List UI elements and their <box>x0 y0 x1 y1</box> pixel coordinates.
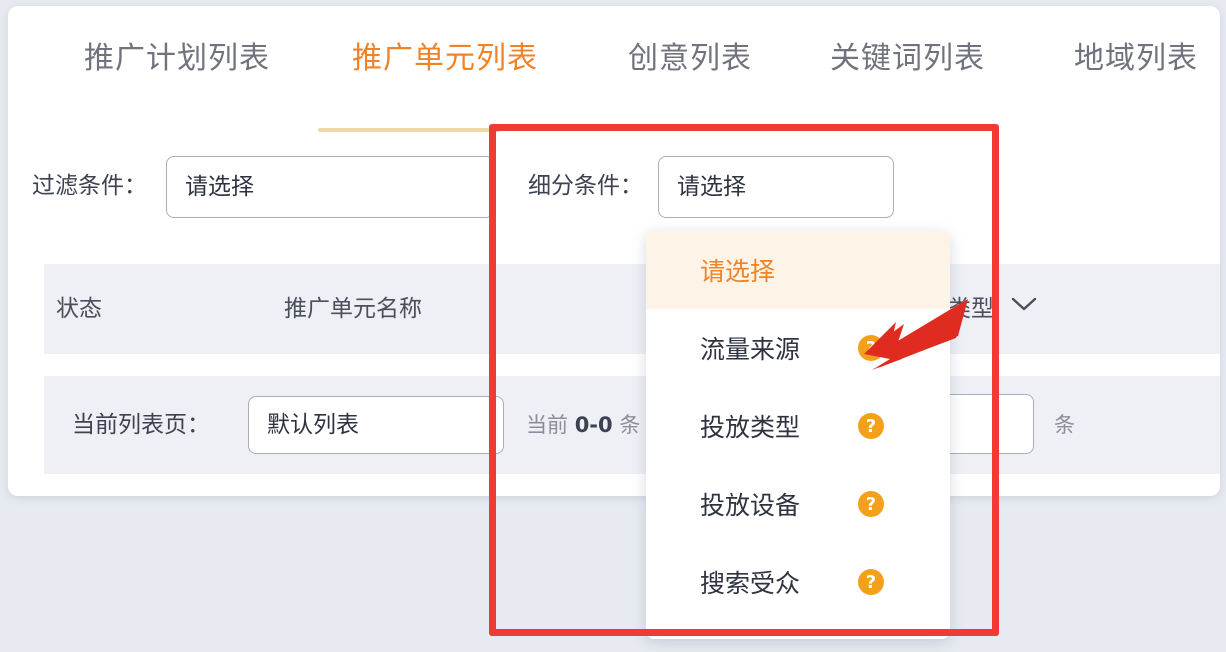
record-count-prefix: 当前 <box>526 413 575 437</box>
tab-region-list[interactable]: 地域列表 <box>1074 36 1198 82</box>
column-header-status: 状态 <box>56 296 102 322</box>
segment-condition-label: 细分条件： <box>528 173 643 199</box>
help-icon[interactable]: ? <box>858 413 884 439</box>
dropdown-item-search-audience[interactable]: 搜索受众 ? <box>646 543 950 621</box>
record-count-range: 0-0 <box>574 413 613 437</box>
help-icon[interactable]: ? <box>858 569 884 595</box>
tab-unit-list[interactable]: 推广单元列表 <box>352 36 538 82</box>
record-count-text: 当前 0-0 条 <box>526 376 640 474</box>
tab-plan-list[interactable]: 推广计划列表 <box>84 36 270 82</box>
table-header-strip: 状态 推广单元名称 类型 <box>44 264 1220 354</box>
tab-creative-list[interactable]: 创意列表 <box>628 36 752 82</box>
column-header-type[interactable]: 类型 <box>948 264 1037 354</box>
screen-root: 推广计划列表 推广单元列表 创意列表 关键词列表 地域列表 过滤条件： 请选择 … <box>0 0 1226 652</box>
help-icon[interactable]: ? <box>858 491 884 517</box>
dropdown-item-label: 投放类型 <box>700 413 801 442</box>
filter-row: 过滤条件： 请选择 细分条件： 请选择 <box>8 152 1220 222</box>
active-tab-underline <box>318 128 500 132</box>
filter-condition-label: 过滤条件： <box>32 173 147 199</box>
dropdown-item-delivery-type[interactable]: 投放类型 ? <box>646 387 950 465</box>
content-card: 推广计划列表 推广单元列表 创意列表 关键词列表 地域列表 过滤条件： 请选择 … <box>8 6 1220 496</box>
tab-keyword-list[interactable]: 关键词列表 <box>830 36 985 82</box>
column-header-type-label: 类型 <box>948 296 994 322</box>
dropdown-item-placeholder[interactable]: 请选择 <box>646 231 950 309</box>
filter-condition-select[interactable]: 请选择 <box>166 156 494 218</box>
dropdown-item-label: 流量来源 <box>700 335 801 364</box>
dropdown-item-label: 搜索受众 <box>700 569 801 598</box>
tab-bar: 推广计划列表 推广单元列表 创意列表 关键词列表 地域列表 <box>8 36 1220 132</box>
dropdown-item-delivery-device[interactable]: 投放设备 ? <box>646 465 950 543</box>
current-list-page-select[interactable]: 默认列表 <box>248 396 504 454</box>
segment-condition-select[interactable]: 请选择 <box>658 156 894 218</box>
help-icon[interactable]: ? <box>858 335 884 361</box>
pagination-strip: 当前列表页： 默认列表 当前 0-0 条 条 <box>44 376 1220 474</box>
per-page-unit-label: 条 <box>1054 413 1075 437</box>
dropdown-item-label: 投放设备 <box>700 491 801 520</box>
current-list-page-label: 当前列表页： <box>72 412 210 438</box>
segment-condition-dropdown[interactable]: 请选择 流量来源 ? 投放类型 ? 投放设备 ? 搜索受众 ? <box>646 231 950 639</box>
chevron-down-icon[interactable] <box>1011 296 1037 312</box>
dropdown-item-label: 请选择 <box>700 257 776 286</box>
dropdown-item-traffic-source[interactable]: 流量来源 ? <box>646 309 950 387</box>
column-header-unit-name: 推广单元名称 <box>284 296 422 322</box>
record-count-suffix: 条 <box>612 413 641 437</box>
